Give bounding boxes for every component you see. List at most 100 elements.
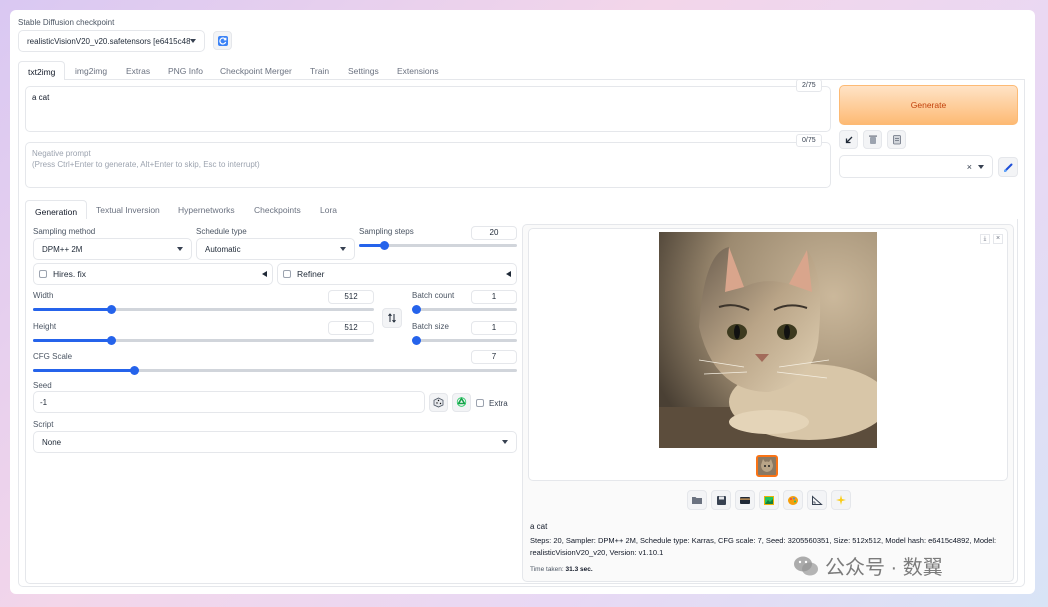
- expand-arrow-icon: [262, 271, 267, 277]
- generate-button[interactable]: Generate: [839, 85, 1018, 125]
- checkpoint-dropdown[interactable]: realisticVisionV20_v20.safetensors [e641…: [18, 30, 205, 52]
- cat-image: [659, 232, 877, 448]
- schedule-type-dropdown[interactable]: Automatic: [196, 238, 355, 260]
- hires-fix-checkbox[interactable]: [39, 270, 47, 278]
- prompt-text: a cat: [32, 93, 50, 102]
- clear-styles-icon[interactable]: ×: [967, 162, 972, 172]
- refresh-checkpoint-button[interactable]: [213, 31, 232, 50]
- hires-fix-label: Hires. fix: [53, 269, 87, 279]
- app-window: Stable Diffusion checkpoint realisticVis…: [10, 10, 1035, 594]
- picture-icon: [764, 495, 774, 505]
- tab-extras[interactable]: Extras: [126, 66, 150, 76]
- seed-input[interactable]: -1: [33, 391, 425, 413]
- sampling-steps-label: Sampling steps: [359, 227, 414, 236]
- open-folder-button[interactable]: [687, 490, 707, 510]
- send-to-inpaint-button[interactable]: [783, 490, 803, 510]
- save-button[interactable]: [711, 490, 731, 510]
- negative-prompt-token-counter: 0/75: [796, 134, 822, 147]
- refiner-checkbox[interactable]: [283, 270, 291, 278]
- script-value: None: [42, 437, 62, 447]
- tab-hypernetworks[interactable]: Hypernetworks: [178, 205, 235, 215]
- clear-prompt-button[interactable]: [863, 130, 882, 149]
- chevron-down-icon: [340, 247, 346, 251]
- tab-train[interactable]: Train: [310, 66, 329, 76]
- batch-size-slider[interactable]: [412, 336, 517, 345]
- watermark-text: 公众号 · 数翼: [825, 557, 943, 579]
- sampling-steps-slider[interactable]: [359, 241, 517, 250]
- archive-icon: [740, 497, 750, 504]
- chevron-down-icon: [177, 247, 183, 251]
- time-taken-value: 31.3 sec.: [565, 566, 593, 573]
- arrow-down-left-icon: [845, 136, 852, 143]
- generation-info-line1: Steps: 20, Sampler: DPM++ 2M, Schedule t…: [530, 536, 997, 545]
- width-input[interactable]: 512: [328, 290, 374, 304]
- batch-count-input[interactable]: 1: [471, 290, 517, 304]
- random-seed-button[interactable]: [429, 393, 448, 412]
- send-to-img2img-button[interactable]: [759, 490, 779, 510]
- tab-img2img[interactable]: img2img: [75, 66, 107, 76]
- tab-txt2img[interactable]: txt2img: [18, 61, 66, 82]
- trash-icon: [868, 135, 877, 144]
- read-params-button[interactable]: [839, 130, 858, 149]
- tab-extensions[interactable]: Extensions: [397, 66, 439, 76]
- negative-prompt-textarea[interactable]: Negative prompt (Press Ctrl+Enter to gen…: [25, 142, 831, 188]
- apply-style-button[interactable]: [998, 157, 1018, 177]
- script-dropdown[interactable]: None: [33, 431, 517, 453]
- tab-checkpoints[interactable]: Checkpoints: [254, 205, 301, 215]
- generate-label: Generate: [910, 100, 947, 110]
- reuse-seed-button[interactable]: [452, 393, 471, 412]
- download-icon[interactable]: ⤓: [980, 234, 990, 244]
- checkpoint-value: realisticVisionV20_v20.safetensors [e641…: [27, 36, 190, 46]
- tab-png-info[interactable]: PNG Info: [168, 66, 203, 76]
- generated-image[interactable]: [659, 232, 877, 448]
- slider-fill: [33, 339, 112, 342]
- schedule-type-value: Automatic: [205, 244, 241, 254]
- extra-seed-checkbox[interactable]: [476, 399, 484, 407]
- swap-arrows-icon: [388, 313, 396, 323]
- sampling-steps-input[interactable]: 20: [471, 226, 517, 240]
- sampling-method-dropdown[interactable]: DPM++ 2M: [33, 238, 192, 260]
- output-prompt-text: a cat: [530, 522, 548, 531]
- swap-dimensions-button[interactable]: [382, 308, 402, 328]
- folder-icon: [692, 497, 702, 504]
- cfg-scale-label: CFG Scale: [33, 352, 73, 361]
- cfg-scale-input[interactable]: 7: [471, 350, 517, 364]
- extra-seed-label: Extra: [489, 399, 508, 408]
- width-slider[interactable]: [33, 305, 374, 314]
- prompt-textarea[interactable]: a cat: [25, 86, 831, 132]
- slider-handle[interactable]: [106, 305, 116, 314]
- floppy-disk-icon: [716, 495, 726, 505]
- cfg-scale-slider[interactable]: [33, 366, 517, 375]
- thumbnail-0[interactable]: [756, 455, 778, 477]
- wechat-logo-icon: [794, 556, 818, 575]
- tab-checkpoint-merger[interactable]: Checkpoint Merger: [220, 66, 292, 76]
- batch-size-label: Batch size: [412, 322, 449, 331]
- refiner-label: Refiner: [297, 269, 325, 279]
- tab-settings[interactable]: Settings: [348, 66, 379, 76]
- height-slider[interactable]: [33, 336, 374, 345]
- sparkles-icon: [836, 495, 846, 505]
- batch-size-input[interactable]: 1: [471, 321, 517, 335]
- tab-textual-inversion[interactable]: Textual Inversion: [96, 205, 160, 215]
- slider-handle[interactable]: [412, 336, 421, 345]
- create-variation-button[interactable]: [831, 490, 851, 510]
- height-label: Height: [33, 322, 57, 331]
- refiner-accordion[interactable]: Refiner: [277, 263, 517, 285]
- tab-lora[interactable]: Lora: [320, 205, 337, 215]
- zip-button[interactable]: [735, 490, 755, 510]
- schedule-type-label: Schedule type: [196, 227, 247, 236]
- height-input[interactable]: 512: [328, 321, 374, 335]
- edit-styles-button[interactable]: [887, 130, 906, 149]
- styles-dropdown[interactable]: ×: [839, 155, 993, 178]
- slider-handle[interactable]: [412, 305, 421, 314]
- batch-count-slider[interactable]: [412, 305, 517, 314]
- send-to-extras-button[interactable]: [807, 490, 827, 510]
- close-icon[interactable]: ×: [993, 234, 1003, 244]
- slider-handle[interactable]: [379, 241, 389, 250]
- negative-prompt-hint: (Press Ctrl+Enter to generate, Alt+Enter…: [32, 160, 260, 169]
- hires-fix-accordion[interactable]: Hires. fix: [33, 263, 273, 285]
- slider-handle[interactable]: [106, 336, 116, 345]
- batch-count-label: Batch count: [412, 291, 455, 300]
- chevron-down-icon: [190, 39, 196, 43]
- negative-prompt-placeholder: Negative prompt: [32, 149, 91, 158]
